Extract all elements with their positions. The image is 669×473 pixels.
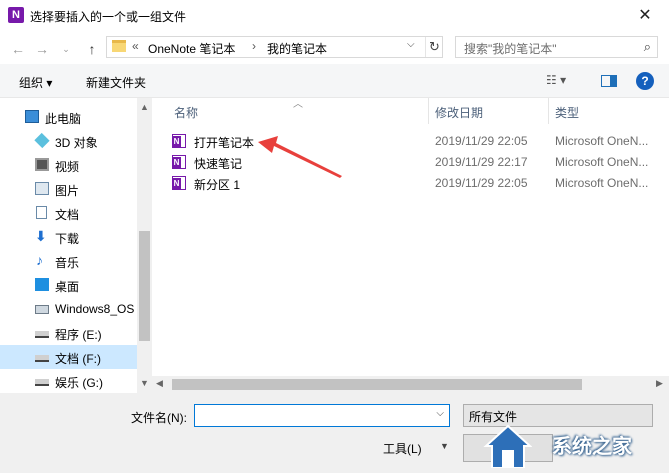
sidebar-item-label: 下载	[55, 232, 80, 246]
onenote-file-icon	[172, 176, 186, 190]
file-row[interactable]: 新分区 1 2019/11/29 22:05 Microsoft OneN...	[152, 173, 669, 194]
scrollbar-thumb[interactable]	[172, 379, 582, 390]
navigation-pane: 此电脑 3D 对象 视频 图片 文档 ⬇ 下载 ♪ 音乐 桌面 Windows8…	[0, 98, 152, 393]
sidebar-item-label: 文档	[55, 208, 80, 222]
help-icon[interactable]: ?	[636, 72, 654, 90]
file-modified: 2019/11/29 22:17	[435, 155, 528, 169]
sidebar-item-videos[interactable]: 视频	[0, 153, 137, 177]
column-divider[interactable]	[548, 98, 549, 124]
scroll-right-icon[interactable]: ▶	[656, 378, 663, 389]
sort-ascending-icon: ︿	[293, 99, 303, 110]
scroll-down-icon[interactable]: ▼	[140, 378, 149, 388]
filename-field[interactable]: ⌵	[194, 404, 450, 427]
file-name: 打开笔记本	[194, 136, 255, 150]
breadcrumb-my-notebook[interactable]: 我的笔记本	[267, 40, 327, 57]
drive-icon	[35, 305, 49, 314]
organize-button[interactable]: 组织 ▾	[19, 74, 52, 91]
column-header-type[interactable]: 类型	[555, 104, 579, 121]
watermark: 系统之家	[478, 420, 666, 470]
sidebar-scrollbar[interactable]: ▲ ▼	[137, 98, 152, 393]
documents-icon	[36, 206, 47, 219]
drive-icon	[35, 331, 49, 338]
file-type: Microsoft OneN...	[555, 176, 649, 190]
sidebar-item-label: 娱乐 (G:)	[55, 376, 103, 390]
view-options-icon[interactable]: ☷ ▾	[546, 73, 568, 89]
sidebar-item-desktop[interactable]: 桌面	[0, 273, 137, 297]
address-bar[interactable]: « OneNote 笔记本 › 我的笔记本 ⌵ ↻	[106, 36, 443, 58]
file-row[interactable]: 快速笔记 2019/11/29 22:17 Microsoft OneN...	[152, 152, 669, 173]
scrollbar-thumb[interactable]	[139, 231, 150, 341]
onenote-file-icon	[172, 155, 186, 169]
up-arrow-icon[interactable]: ↑	[82, 38, 102, 60]
forward-arrow-icon[interactable]: →	[32, 38, 52, 60]
file-type: Microsoft OneN...	[555, 155, 649, 169]
file-row[interactable]: 打开笔记本 2019/11/29 22:05 Microsoft OneN...	[152, 131, 669, 152]
overflow-chevron-icon[interactable]: «	[132, 39, 139, 53]
back-arrow-icon[interactable]: ←	[8, 38, 28, 60]
sidebar-item-label: 程序 (E:)	[55, 328, 102, 342]
address-dropdown-icon[interactable]: ⌵	[407, 39, 415, 50]
drive-icon	[35, 379, 49, 386]
download-icon: ⬇	[35, 228, 47, 244]
file-modified: 2019/11/29 22:05	[435, 134, 528, 148]
sidebar-item-music[interactable]: ♪ 音乐	[0, 249, 137, 273]
onenote-app-icon: N	[8, 7, 24, 23]
search-box[interactable]: 搜索"我的笔记本" ⌕	[455, 36, 658, 58]
video-icon	[35, 158, 49, 171]
sidebar-item-label: 文档 (F:)	[55, 352, 101, 366]
sidebar-item-pictures[interactable]: 图片	[0, 177, 137, 201]
close-button[interactable]: ✕	[622, 2, 668, 30]
house-logo-icon	[483, 424, 532, 468]
window-title: 选择要插入的一个或一组文件	[30, 10, 187, 24]
scroll-up-icon[interactable]: ▲	[140, 102, 149, 112]
filename-label: 文件名(N):	[131, 411, 187, 425]
sidebar-item-label: 桌面	[55, 280, 80, 294]
sidebar-item-label: 音乐	[55, 256, 80, 270]
horizontal-scrollbar[interactable]: ◀ ▶	[152, 376, 669, 393]
file-name: 新分区 1	[194, 178, 241, 192]
preview-pane-icon[interactable]	[601, 75, 617, 87]
sidebar-item-label: 此电脑	[45, 112, 82, 126]
file-name: 快速笔记	[194, 157, 243, 171]
watermark-text: 系统之家	[552, 436, 632, 458]
title-bar: N 选择要插入的一个或一组文件 ✕	[0, 0, 669, 32]
folder-icon	[112, 40, 126, 52]
refresh-icon[interactable]: ↻	[425, 37, 443, 57]
drive-icon	[35, 355, 49, 362]
breadcrumb-separator-icon[interactable]: ›	[252, 39, 256, 53]
sidebar-item-drive-g[interactable]: 娱乐 (G:)	[0, 369, 137, 393]
new-folder-button[interactable]: 新建文件夹	[86, 74, 146, 91]
tools-dropdown-icon[interactable]: ▼	[440, 441, 449, 451]
music-icon: ♪	[36, 252, 43, 268]
sidebar-item-label: 图片	[55, 184, 80, 198]
recent-locations-icon[interactable]: ⌄	[56, 38, 76, 60]
column-divider[interactable]	[428, 98, 429, 124]
annotation-arrow-icon	[258, 136, 342, 178]
search-icon: ⌕	[643, 39, 651, 54]
onenote-file-icon	[172, 134, 186, 148]
sidebar-item-documents[interactable]: 文档	[0, 201, 137, 225]
sidebar-item-label: 3D 对象	[55, 136, 98, 150]
cube-icon	[34, 132, 50, 149]
sidebar-item-label: 视频	[55, 160, 80, 174]
sidebar-item-3d-objects[interactable]: 3D 对象	[0, 129, 137, 153]
column-header-name[interactable]: 名称	[174, 104, 198, 121]
chevron-down-icon[interactable]: ⌵	[436, 408, 444, 419]
tools-button[interactable]: 工具(L)	[383, 440, 422, 457]
sidebar-item-windows8-os[interactable]: Windows8_OS	[0, 297, 137, 321]
pictures-icon	[35, 182, 49, 195]
file-modified: 2019/11/29 22:05	[435, 176, 528, 190]
search-input[interactable]: 搜索"我的笔记本"	[464, 40, 557, 57]
breadcrumb-onenote[interactable]: OneNote 笔记本	[148, 40, 235, 57]
desktop-icon	[35, 278, 49, 291]
sidebar-item-this-pc[interactable]: 此电脑	[0, 105, 137, 129]
file-type: Microsoft OneN...	[555, 134, 649, 148]
scroll-left-icon[interactable]: ◀	[156, 378, 163, 389]
sidebar-item-label: Windows8_OS	[55, 302, 135, 316]
sidebar-item-drive-f[interactable]: 文档 (F:)	[0, 345, 137, 369]
sidebar-item-downloads[interactable]: ⬇ 下载	[0, 225, 137, 249]
sidebar-item-drive-e[interactable]: 程序 (E:)	[0, 321, 137, 345]
column-header-modified[interactable]: 修改日期	[435, 104, 483, 121]
computer-icon	[25, 110, 39, 123]
